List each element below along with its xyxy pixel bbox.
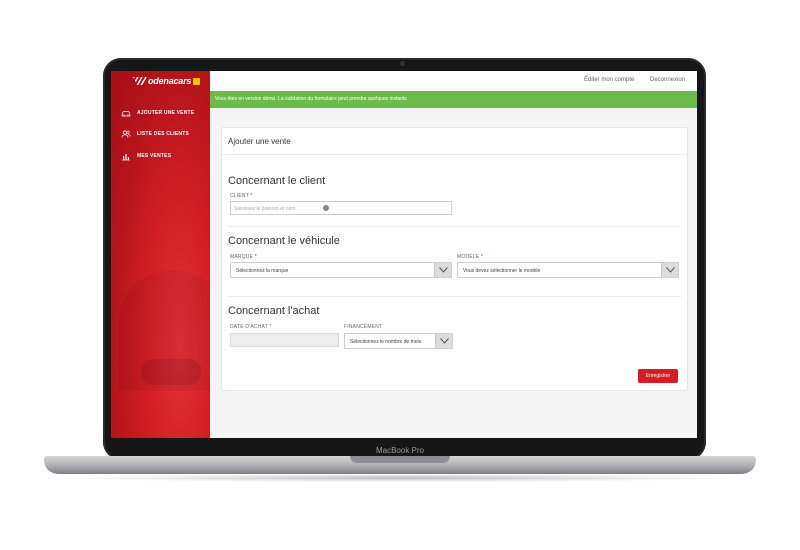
- camera-dot: [400, 61, 405, 66]
- sidebar-item-add-sale[interactable]: AJOUTER UNE VENTE: [121, 108, 194, 118]
- logo-stripes-icon: [133, 77, 147, 85]
- laptop-shadow: [60, 474, 740, 482]
- logout-link[interactable]: Deconnexion: [650, 77, 685, 83]
- topbar: Éditer mon compte Deconnexion: [210, 71, 697, 92]
- model-select-value: Vous devez sélectionner le modèle: [463, 268, 541, 274]
- page-title: Ajouter une vente: [228, 137, 291, 146]
- edit-account-link[interactable]: Éditer mon compte: [584, 77, 634, 83]
- client-input-placeholder: Saisissez le prénom et nom: [234, 206, 296, 212]
- section-divider: [228, 226, 681, 227]
- vehicle-section-title: Concernant le véhicule: [228, 235, 340, 247]
- logo-badge-icon: [193, 77, 201, 85]
- loading-spinner-icon: [323, 205, 329, 211]
- save-button[interactable]: Enregistrer: [638, 369, 678, 383]
- sidebar-item-label: AJOUTER UNE VENTE: [137, 110, 195, 116]
- model-label: MODÈLE *: [457, 254, 484, 260]
- brand-label: MARQUE *: [230, 254, 257, 260]
- screen: odenacars AJOUTER UNE VENTE LISTE DES CL…: [111, 71, 697, 438]
- background-car-grille: [141, 359, 201, 385]
- demo-banner: Vous êtes en version démo. La validation…: [210, 91, 697, 108]
- sidebar: odenacars AJOUTER UNE VENTE LISTE DES CL…: [111, 71, 219, 438]
- section-divider: [228, 296, 681, 297]
- purchase-date-label: DATE D'ACHAT *: [230, 324, 272, 330]
- device-label: MacBook Pro: [375, 446, 425, 455]
- chevron-down-icon[interactable]: [435, 334, 452, 348]
- client-section-title: Concernant le client: [228, 175, 326, 187]
- model-select[interactable]: Vous devez sélectionner le modèle: [457, 262, 679, 278]
- sidebar-item-my-sales[interactable]: MES VENTES: [121, 151, 171, 161]
- brand-select-value: Sélectionnez la marque: [236, 268, 289, 274]
- financing-select[interactable]: Sélectionnez le nombre de mois: [344, 333, 453, 349]
- sidebar-item-label: LISTE DES CLIENTS: [137, 131, 190, 137]
- sidebar-item-clients[interactable]: LISTE DES CLIENTS: [121, 129, 189, 139]
- sale-form-card: Ajouter une vente Concernant le client C…: [221, 127, 688, 391]
- brand-select[interactable]: Sélectionnez la marque: [230, 262, 452, 278]
- demo-banner-text: Vous êtes en version démo. La validation…: [215, 96, 407, 102]
- brand-name: odenacars: [148, 76, 192, 86]
- sidebar-item-label: MES VENTES: [137, 153, 172, 159]
- card-header: Ajouter une vente: [222, 128, 687, 155]
- brand-logo[interactable]: odenacars: [133, 75, 201, 87]
- purchase-section-title: Concernant l'achat: [228, 305, 320, 317]
- client-search-input[interactable]: Saisissez le prénom et nom: [230, 201, 452, 215]
- chevron-down-icon[interactable]: [434, 263, 451, 277]
- purchase-date-input[interactable]: [230, 333, 339, 347]
- bar-chart-icon: [122, 154, 130, 161]
- chevron-down-icon[interactable]: [661, 263, 678, 277]
- users-icon: [121, 130, 131, 138]
- financing-select-value: Sélectionnez le nombre de mois: [350, 339, 422, 345]
- laptop-base-notch: [350, 456, 450, 463]
- car-icon: [121, 111, 131, 117]
- financing-label: FINANCEMENT: [344, 324, 383, 330]
- client-label: CLIENT *: [230, 193, 253, 199]
- main-content: Ajouter une vente Concernant le client C…: [210, 108, 697, 438]
